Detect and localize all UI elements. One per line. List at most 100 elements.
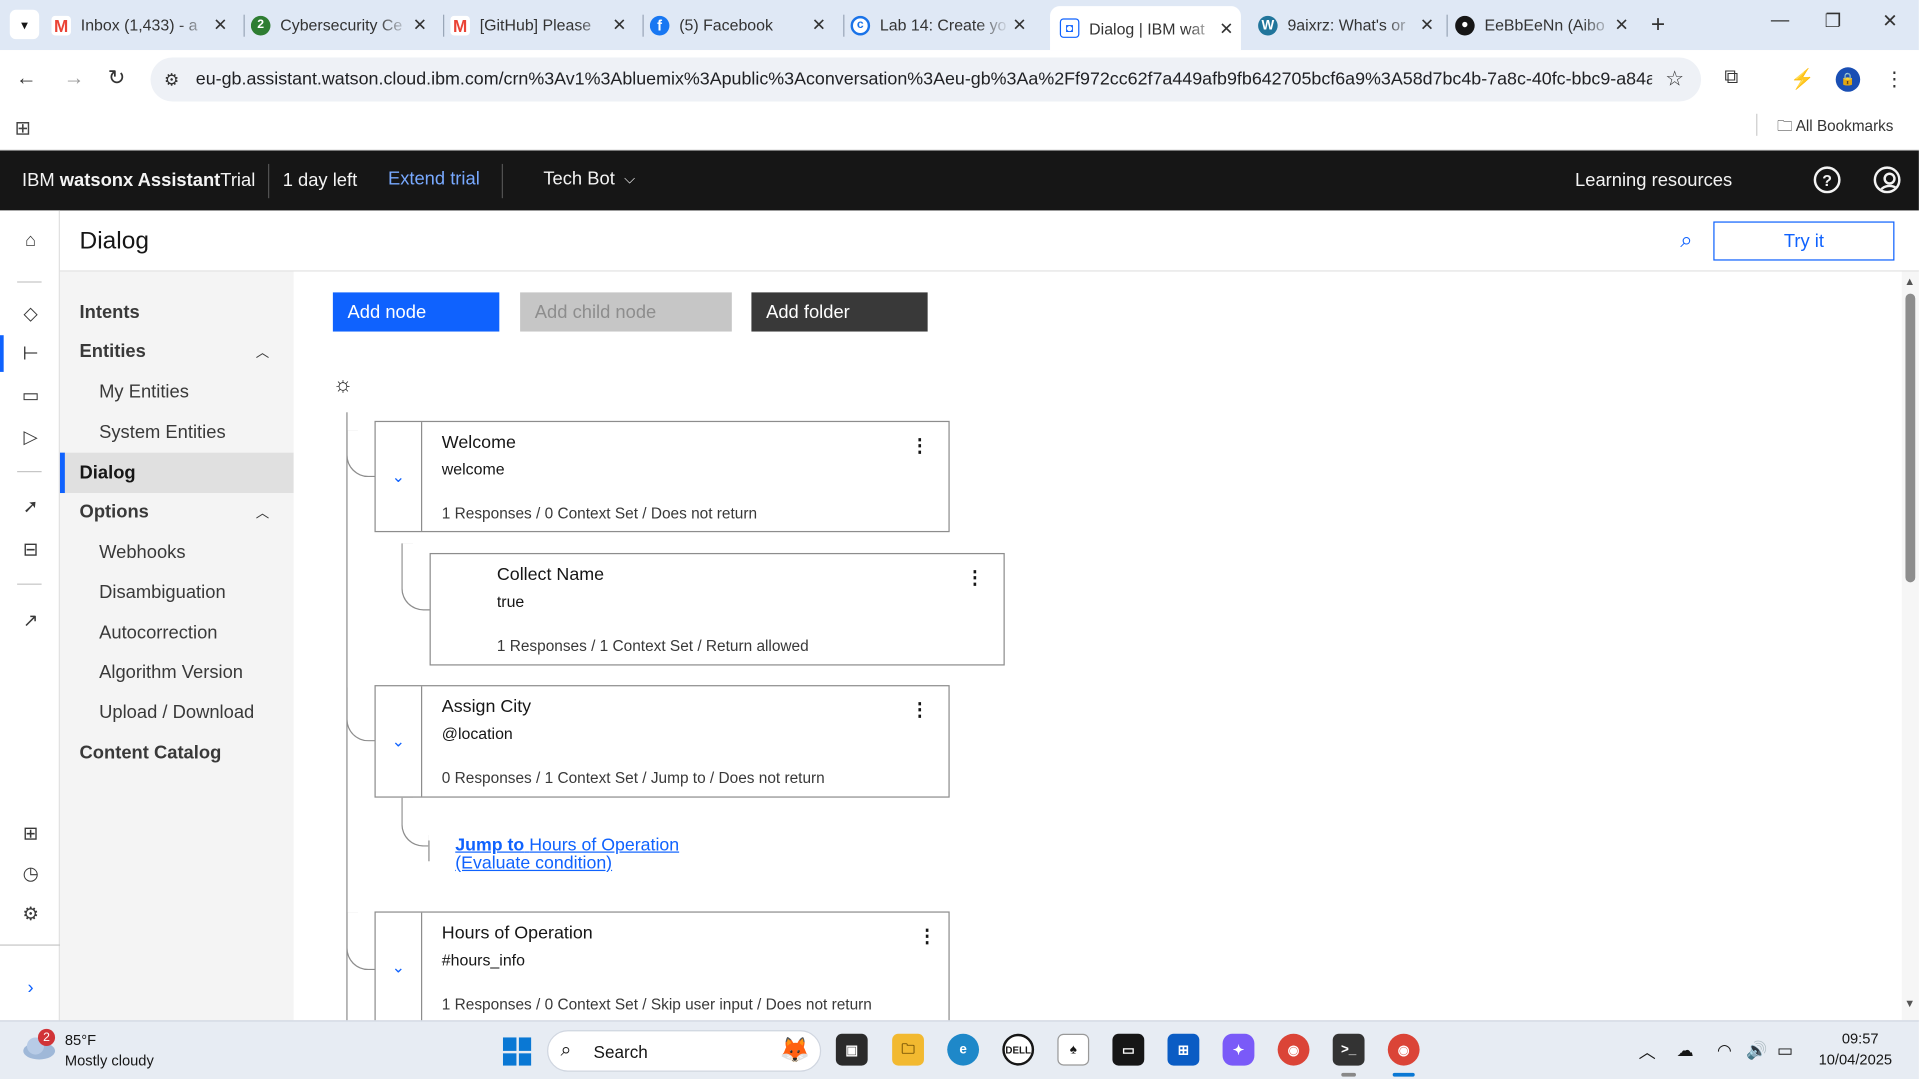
url-text[interactable]: eu-gb.assistant.watson.cloud.ibm.com/crn… xyxy=(196,70,1652,90)
nav-my-entities[interactable]: My Entities xyxy=(60,372,294,412)
nav-intents[interactable]: Intents xyxy=(60,292,294,332)
command-prompt-icon[interactable]: >_ xyxy=(1332,1033,1365,1066)
nav-webhooks[interactable]: Webhooks xyxy=(60,532,294,572)
extensions-icon[interactable]: ⧉ xyxy=(1724,67,1738,89)
dialog-node-collect-name[interactable]: Collect Name true 1 Responses / 1 Contex… xyxy=(429,552,1005,666)
task-view-icon[interactable]: ▣ xyxy=(835,1033,868,1066)
close-window-icon[interactable]: ✕ xyxy=(1882,10,1897,32)
close-icon[interactable]: ✕ xyxy=(1420,15,1434,36)
solitaire-icon[interactable]: ♠ xyxy=(1057,1033,1090,1066)
tab-cybersecurity[interactable]: 2 Cybersecurity Ce ✕ xyxy=(250,6,435,44)
product-name[interactable]: IBM watsonx Assistant xyxy=(22,170,220,191)
volume-icon[interactable]: 🔊 xyxy=(1746,1040,1767,1061)
weather-condition[interactable]: Mostly cloudy xyxy=(65,1052,154,1069)
nav-disambiguation[interactable]: Disambiguation xyxy=(60,573,294,613)
overflow-menu-icon[interactable]: ⋮ xyxy=(966,566,984,589)
tab-wordpress[interactable]: W 9aixrz: What's or ✕ xyxy=(1258,6,1442,44)
close-icon[interactable]: ✕ xyxy=(1012,15,1026,36)
tab-github-email[interactable]: M [GitHub] Please ✕ xyxy=(450,6,634,44)
learning-resources-link[interactable]: Learning resources xyxy=(1575,170,1732,191)
reload-icon[interactable]: ↻ xyxy=(108,66,125,90)
apps-icon[interactable]: ⊞ xyxy=(20,822,42,844)
battery-icon[interactable]: ▭ xyxy=(1777,1040,1793,1061)
chevron-up-icon[interactable]: ︿ xyxy=(256,342,269,362)
close-icon[interactable]: ✕ xyxy=(1219,18,1233,39)
chevron-down-icon[interactable]: ⌄ xyxy=(376,422,423,531)
scroll-thumb[interactable] xyxy=(1905,293,1916,583)
search-icon[interactable]: ⌕ xyxy=(1680,228,1692,254)
site-settings-icon[interactable]: ⚙ xyxy=(164,70,179,91)
terminal-icon[interactable]: ▭ xyxy=(1112,1033,1145,1066)
rocket-icon[interactable]: ➚ xyxy=(20,495,42,518)
dialog-node-assign-city[interactable]: ⌄ Assign City @location 0 Responses / 1 … xyxy=(374,685,950,798)
file-explorer-icon[interactable]: 🗀 xyxy=(892,1033,924,1066)
tray-overflow-icon[interactable]: ︿ xyxy=(1639,1040,1656,1064)
nav-entities[interactable]: Entities ︿ xyxy=(60,332,294,372)
play-icon[interactable]: ▷ xyxy=(20,426,42,448)
nav-system-entities[interactable]: System Entities xyxy=(60,412,294,452)
overflow-menu-icon[interactable]: ⋮ xyxy=(911,434,929,457)
back-icon[interactable]: ← xyxy=(16,66,37,90)
dell-icon[interactable]: DELL xyxy=(1002,1033,1035,1066)
nav-algorithm-version[interactable]: Algorithm Version xyxy=(60,652,294,692)
chrome-profile-icon[interactable]: ◉ xyxy=(1387,1033,1420,1066)
tab-lab14[interactable]: c Lab 14: Create yo ✕ xyxy=(850,6,1035,44)
edge-icon[interactable]: e xyxy=(947,1033,980,1066)
close-icon[interactable]: ✕ xyxy=(812,15,826,36)
chevron-down-icon[interactable]: ⌵ xyxy=(624,170,635,188)
store-icon[interactable]: ⊞ xyxy=(1167,1033,1200,1066)
canvas-scrollbar[interactable]: ▲ ▼ xyxy=(1901,271,1919,1021)
nav-dialog[interactable]: Dialog xyxy=(59,452,294,494)
settings-icon[interactable]: ⚙ xyxy=(20,903,42,925)
performance-icon[interactable]: ⚡ xyxy=(1790,67,1814,91)
help-icon[interactable]: ? xyxy=(1813,166,1841,194)
browser-menu-icon[interactable]: ⋮ xyxy=(1885,67,1905,91)
chevron-down-icon[interactable]: ⌄ xyxy=(376,912,423,1021)
chat-icon[interactable]: ▭ xyxy=(20,384,42,406)
dialog-tree-icon[interactable]: ⊢ xyxy=(20,343,42,365)
tab-dialog-ibm[interactable]: ◘ Dialog | IBM wat ✕ xyxy=(1050,6,1241,51)
restore-icon[interactable]: ❐ xyxy=(1825,10,1841,32)
forward-icon[interactable]: → xyxy=(64,66,85,90)
overflow-menu-icon[interactable]: ⋮ xyxy=(918,925,936,947)
extend-trial-link[interactable]: Extend trial xyxy=(388,169,480,190)
history-icon[interactable]: ◷ xyxy=(20,862,42,885)
tab-gmail-inbox[interactable]: M Inbox (1,433) - a ✕ xyxy=(51,6,235,44)
windows-start-icon[interactable] xyxy=(502,1037,532,1066)
expand-rail-icon[interactable]: › xyxy=(20,977,42,998)
integrations-icon[interactable]: ⊟ xyxy=(20,538,42,561)
home-icon[interactable]: ⌂ xyxy=(20,230,42,251)
weather-temperature[interactable]: 85°F xyxy=(65,1031,96,1048)
dialog-node-welcome[interactable]: ⌄ Welcome welcome 1 Responses / 0 Contex… xyxy=(374,420,950,533)
analytics-icon[interactable]: ↗ xyxy=(20,609,42,631)
profile-avatar[interactable]: 🔒 xyxy=(1835,67,1861,92)
bookmark-star-icon[interactable]: ☆ xyxy=(1665,67,1684,91)
new-tab-button[interactable]: + xyxy=(1651,11,1665,39)
nav-upload-download[interactable]: Upload / Download xyxy=(60,692,294,732)
dialog-node-hours-of-operation[interactable]: ⌄ Hours of Operation #hours_info 1 Respo… xyxy=(374,911,950,1021)
copilot-icon[interactable]: ✦ xyxy=(1222,1033,1255,1066)
scroll-up-icon[interactable]: ▲ xyxy=(1904,275,1915,287)
wifi-icon[interactable]: ◠ xyxy=(1717,1040,1732,1061)
tab-search-button[interactable]: ▾ xyxy=(9,9,40,40)
minimize-icon[interactable]: — xyxy=(1771,10,1789,31)
clock-date[interactable]: 10/04/2025 xyxy=(1819,1051,1893,1068)
close-icon[interactable]: ✕ xyxy=(413,15,427,36)
user-profile-icon[interactable] xyxy=(1873,166,1901,194)
onedrive-icon[interactable]: ☁ xyxy=(1677,1040,1694,1061)
chevron-up-icon[interactable]: ︿ xyxy=(256,502,269,522)
tab-github[interactable]: ● EeBbEeNn (Aibo ✕ xyxy=(1455,6,1636,44)
nav-content-catalog[interactable]: Content Catalog xyxy=(60,733,294,773)
close-icon[interactable]: ✕ xyxy=(213,15,227,36)
address-bar[interactable]: ⚙ eu-gb.assistant.watson.cloud.ibm.com/c… xyxy=(150,57,1702,102)
taskbar-search[interactable]: ⌕ Search 🦊 xyxy=(547,1030,822,1072)
add-node-button[interactable]: Add node xyxy=(332,292,500,332)
try-it-button[interactable]: Try it xyxy=(1713,221,1895,261)
apps-grid-icon[interactable]: ⊞ xyxy=(15,116,31,140)
jump-to-link[interactable]: Jump to Hours of Operation (Evaluate con… xyxy=(455,836,679,874)
overflow-menu-icon[interactable]: ⋮ xyxy=(911,699,929,721)
scroll-down-icon[interactable]: ▼ xyxy=(1904,997,1915,1009)
clock-time[interactable]: 09:57 xyxy=(1842,1030,1879,1047)
all-bookmarks[interactable]: 🗀 All Bookmarks xyxy=(1777,115,1894,141)
tab-facebook[interactable]: f (5) Facebook ✕ xyxy=(649,6,834,44)
